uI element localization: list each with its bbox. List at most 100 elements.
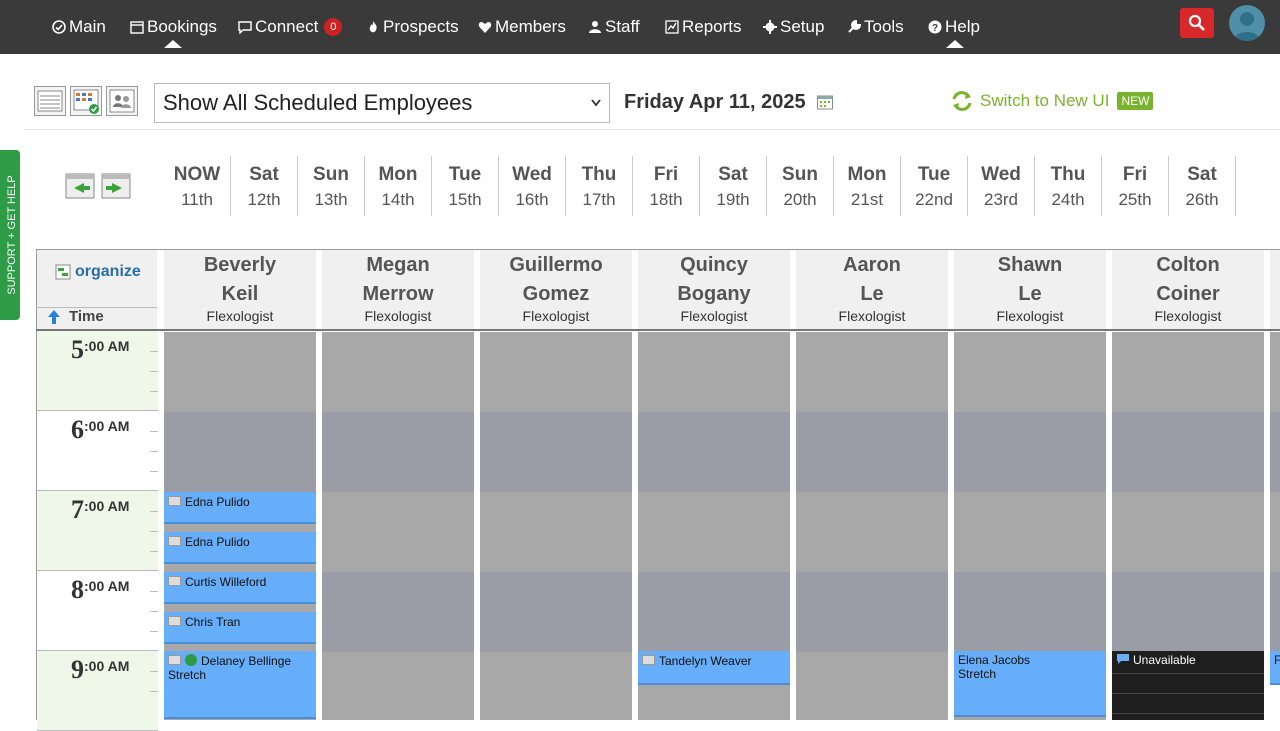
nav-members[interactable]: Members bbox=[478, 0, 566, 54]
day-14[interactable]: Mon 14th bbox=[365, 156, 432, 216]
nav-reports[interactable]: Reports bbox=[665, 0, 742, 54]
day-16[interactable]: Wed 16th bbox=[499, 156, 566, 216]
connect-icon bbox=[238, 21, 252, 34]
user-avatar[interactable] bbox=[1229, 5, 1265, 41]
svg-text:?: ? bbox=[932, 23, 938, 34]
refresh-icon bbox=[952, 91, 972, 111]
date-picker-icon[interactable] bbox=[817, 95, 833, 110]
employee-header-partial bbox=[1270, 250, 1280, 329]
employee-header-guillermo-gomez[interactable]: Guillermo Gomez Flexologist bbox=[480, 250, 632, 329]
employee-header-aaron-le[interactable]: Aaron Le Flexologist bbox=[796, 250, 948, 329]
nav-tools[interactable]: Tools bbox=[847, 0, 904, 54]
employee-header-shawn-le[interactable]: Shawn Le Flexologist bbox=[954, 250, 1106, 329]
unavailable-block[interactable]: Unavailable bbox=[1112, 651, 1264, 720]
appointment[interactable]: Edna Pulido bbox=[164, 492, 316, 524]
employee-header-megan-merrow[interactable]: Megan Merrow Flexologist bbox=[322, 250, 474, 329]
organize-icon bbox=[55, 264, 71, 280]
nav-main[interactable]: Main bbox=[52, 0, 106, 54]
staff-icon bbox=[589, 21, 601, 33]
calendar-x-icon bbox=[168, 536, 181, 546]
appointment[interactable]: F bbox=[1270, 651, 1280, 685]
time-column: 5:00 AM 6:00 AM 7:00 AM 8:00 AM 9:00 AM bbox=[36, 331, 158, 731]
day-13[interactable]: Sun 13th bbox=[298, 156, 365, 216]
connect-badge: 0 bbox=[324, 18, 343, 36]
arrow-up-icon bbox=[48, 309, 60, 324]
appointment[interactable]: Curtis Willeford bbox=[164, 572, 316, 604]
employee-header-beverly-keil[interactable]: Beverly Keil Flexologist bbox=[164, 250, 316, 329]
day-22[interactable]: Tue 22nd bbox=[901, 156, 968, 216]
schedule-column-partial: F bbox=[1270, 332, 1280, 720]
prev-week-button[interactable] bbox=[64, 170, 96, 200]
chevron-down-icon bbox=[591, 99, 601, 107]
nav-prospects[interactable]: Prospects bbox=[366, 0, 459, 54]
reports-icon bbox=[665, 20, 679, 34]
nav-staff[interactable]: Staff bbox=[588, 0, 640, 54]
user-avatar-icon bbox=[1234, 12, 1260, 41]
calendar-prev-icon bbox=[65, 173, 95, 199]
next-week-button[interactable] bbox=[100, 170, 132, 200]
current-date-title: Friday Apr 11, 2025 bbox=[624, 91, 806, 113]
schedule-column-guillermo-gomez bbox=[480, 332, 632, 720]
search-icon bbox=[1188, 14, 1205, 31]
bookings-icon bbox=[130, 21, 144, 34]
switch-to-new-ui-link[interactable]: Switch to New UI NEW bbox=[950, 90, 1154, 112]
appointment[interactable]: Elena Jacobs Stretch bbox=[954, 651, 1106, 717]
employee-header-colton-coiner[interactable]: Colton Coiner Flexologist bbox=[1112, 250, 1264, 329]
calendar-x-icon bbox=[168, 496, 181, 506]
schedule-column-colton-coiner: Unavailable bbox=[1112, 332, 1264, 720]
day-26[interactable]: Sat 26th bbox=[1169, 156, 1236, 216]
schedule-column-beverly-keil: Edna Pulido Edna Pulido Curtis Willeford… bbox=[164, 332, 316, 720]
support-get-help-tab[interactable]: SUPPORT + GET HELP bbox=[0, 150, 20, 320]
main-icon bbox=[52, 20, 66, 34]
calendar-x-icon bbox=[168, 616, 181, 626]
employee-header-quincy-bogany[interactable]: Quincy Bogany Flexologist bbox=[638, 250, 790, 329]
day-19[interactable]: Sat 19th bbox=[700, 156, 767, 216]
day-23[interactable]: Wed 23rd bbox=[968, 156, 1035, 216]
check-in-icon bbox=[185, 654, 197, 666]
day-15[interactable]: Tue 15th bbox=[432, 156, 499, 216]
list-view-icon bbox=[37, 90, 63, 112]
calendar-x-icon bbox=[642, 655, 655, 665]
nav-setup[interactable]: Setup bbox=[763, 0, 824, 54]
appointment[interactable]: Chris Tran bbox=[164, 612, 316, 644]
appointment[interactable]: Delaney Bellinge Stretch bbox=[164, 651, 316, 719]
comment-icon bbox=[1117, 654, 1129, 664]
staff-view-button[interactable] bbox=[106, 86, 138, 116]
nav-active-caret bbox=[164, 40, 182, 48]
day-12[interactable]: Sat 12th bbox=[231, 156, 298, 216]
calendar-view-icon bbox=[73, 89, 99, 114]
hour-row: 7:00 AM bbox=[37, 491, 158, 571]
calendar-view-button[interactable] bbox=[70, 86, 102, 116]
appointment[interactable]: Edna Pulido bbox=[164, 532, 316, 564]
employee-filter-select[interactable]: Show All Scheduled Employees bbox=[154, 83, 610, 123]
day-20[interactable]: Sun 20th bbox=[767, 156, 834, 216]
nav-connect[interactable]: Connect 0 bbox=[238, 0, 343, 54]
day-18[interactable]: Fri 18th bbox=[633, 156, 700, 216]
calendar-x-icon bbox=[168, 576, 181, 586]
schedule-column-quincy-bogany: Tandelyn Weaver bbox=[638, 332, 790, 720]
new-badge: NEW bbox=[1117, 92, 1154, 110]
day-25[interactable]: Fri 25th bbox=[1102, 156, 1169, 216]
appointment[interactable]: Tandelyn Weaver bbox=[638, 651, 790, 685]
header-bottom-border bbox=[36, 329, 1280, 331]
day-now[interactable]: NOW 11th bbox=[164, 156, 231, 216]
top-navigation: Main Bookings Connect 0 Prospects Member… bbox=[0, 0, 1280, 54]
organize-button[interactable]: organize bbox=[55, 263, 141, 281]
wrench-icon bbox=[848, 20, 861, 33]
day-17[interactable]: Thu 17th bbox=[566, 156, 633, 216]
day-24[interactable]: Thu 24th bbox=[1035, 156, 1102, 216]
search-button[interactable] bbox=[1180, 8, 1214, 38]
time-sort-button[interactable]: Time bbox=[47, 308, 104, 325]
hour-row: 6:00 AM bbox=[37, 411, 158, 491]
hour-row: 5:00 AM bbox=[37, 331, 158, 411]
toolbar-divider bbox=[24, 129, 1280, 130]
staff-view-icon bbox=[109, 89, 135, 113]
list-view-button[interactable] bbox=[34, 86, 66, 116]
calendar-x-icon bbox=[168, 655, 181, 665]
calendar-next-icon bbox=[101, 173, 131, 199]
prospects-icon bbox=[369, 21, 377, 33]
help-icon: ? bbox=[928, 20, 942, 34]
hour-row: 9:00 AM bbox=[37, 651, 158, 731]
day-21[interactable]: Mon 21st bbox=[834, 156, 901, 216]
nav-help-caret bbox=[946, 40, 964, 48]
